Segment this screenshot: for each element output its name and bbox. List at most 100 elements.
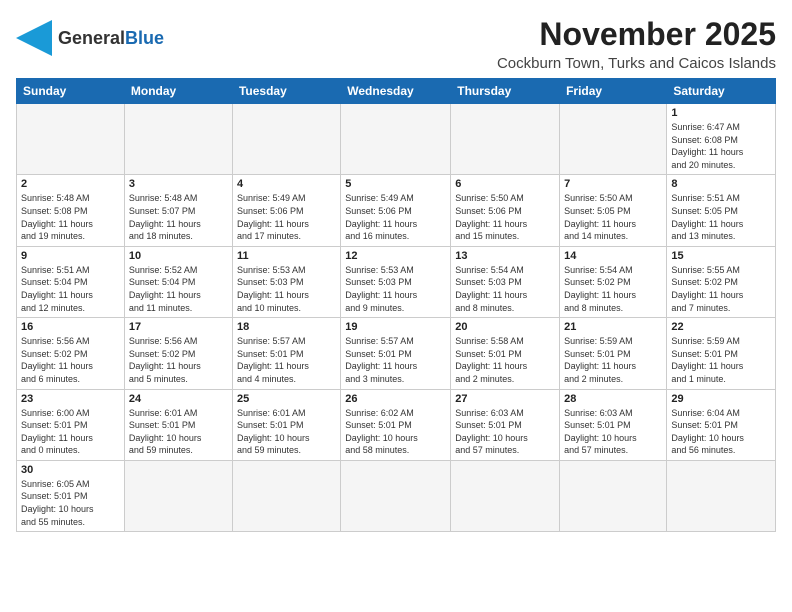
calendar-cell — [341, 104, 451, 175]
calendar-cell: 21 Sunrise: 5:59 AM Sunset: 5:01 PM Dayli… — [560, 318, 667, 389]
calendar-week-row: 30 Sunrise: 6:05 AM Sunset: 5:01 PM Dayli… — [17, 460, 776, 531]
calendar-cell: 29Sunrise: 6:04 AM Sunset: 5:01 PM Dayli… — [667, 389, 776, 460]
calendar-cell: 5 Sunrise: 5:49 AM Sunset: 5:06 PM Daylig… — [341, 175, 451, 246]
day-number: 21 — [564, 321, 662, 333]
day-info: Sunrise: 5:53 AM Sunset: 5:03 PM Dayligh… — [345, 264, 446, 314]
calendar-cell — [124, 104, 232, 175]
calendar-cell: 30 Sunrise: 6:05 AM Sunset: 5:01 PM Dayli… — [17, 460, 125, 531]
calendar-cell — [124, 460, 232, 531]
calendar-cell: 26 Sunrise: 6:02 AM Sunset: 5:01 PM Dayli… — [341, 389, 451, 460]
calendar-week-row: 1Sunrise: 6:47 AM Sunset: 6:08 PM Daylig… — [17, 104, 776, 175]
weekday-header-wednesday: Wednesday — [341, 79, 451, 104]
logo: GeneralBlue — [16, 16, 164, 56]
calendar-cell: 20 Sunrise: 5:58 AM Sunset: 5:01 PM Dayli… — [451, 318, 560, 389]
calendar-cell — [560, 104, 667, 175]
calendar-cell — [341, 460, 451, 531]
calendar-cell: 25 Sunrise: 6:01 AM Sunset: 5:01 PM Dayli… — [232, 389, 340, 460]
day-info: Sunrise: 6:04 AM Sunset: 5:01 PM Dayligh… — [671, 407, 771, 457]
day-info: Sunrise: 5:55 AM Sunset: 5:02 PM Dayligh… — [671, 264, 771, 314]
day-info: Sunrise: 5:51 AM Sunset: 5:04 PM Dayligh… — [21, 264, 120, 314]
day-info: Sunrise: 6:03 AM Sunset: 5:01 PM Dayligh… — [455, 407, 555, 457]
day-info: Sunrise: 6:00 AM Sunset: 5:01 PM Dayligh… — [21, 407, 120, 457]
day-info: Sunrise: 5:56 AM Sunset: 5:02 PM Dayligh… — [21, 335, 120, 385]
day-info: Sunrise: 5:49 AM Sunset: 5:06 PM Dayligh… — [237, 192, 336, 242]
day-number: 28 — [564, 393, 662, 405]
calendar-cell: 8Sunrise: 5:51 AM Sunset: 5:05 PM Daylig… — [667, 175, 776, 246]
location-subtitle: Cockburn Town, Turks and Caicos Islands — [497, 55, 776, 72]
calendar-cell: 3Sunrise: 5:48 AM Sunset: 5:07 PM Daylig… — [124, 175, 232, 246]
day-number: 25 — [237, 393, 336, 405]
day-info: Sunrise: 6:47 AM Sunset: 6:08 PM Dayligh… — [671, 121, 771, 171]
page-header: GeneralBlue November 2025 Cockburn Town,… — [16, 16, 776, 72]
day-info: Sunrise: 6:03 AM Sunset: 5:01 PM Dayligh… — [564, 407, 662, 457]
calendar-week-row: 16 Sunrise: 5:56 AM Sunset: 5:02 PM Dayli… — [17, 318, 776, 389]
calendar-cell — [451, 460, 560, 531]
day-info: Sunrise: 6:01 AM Sunset: 5:01 PM Dayligh… — [237, 407, 336, 457]
day-number: 5 — [345, 178, 446, 190]
calendar-cell: 23 Sunrise: 6:00 AM Sunset: 5:01 PM Dayli… — [17, 389, 125, 460]
calendar-week-row: 2 Sunrise: 5:48 AM Sunset: 5:08 PM Daylig… — [17, 175, 776, 246]
day-info: Sunrise: 5:54 AM Sunset: 5:03 PM Dayligh… — [455, 264, 555, 314]
day-info: Sunrise: 5:52 AM Sunset: 5:04 PM Dayligh… — [129, 264, 228, 314]
day-number: 10 — [129, 250, 228, 262]
weekday-header-thursday: Thursday — [451, 79, 560, 104]
calendar-cell — [17, 104, 125, 175]
day-info: Sunrise: 5:56 AM Sunset: 5:02 PM Dayligh… — [129, 335, 228, 385]
calendar-cell — [667, 460, 776, 531]
calendar-cell: 18 Sunrise: 5:57 AM Sunset: 5:01 PM Dayli… — [232, 318, 340, 389]
day-number: 16 — [21, 321, 120, 333]
day-info: Sunrise: 5:57 AM Sunset: 5:01 PM Dayligh… — [345, 335, 446, 385]
calendar-cell: 4Sunrise: 5:49 AM Sunset: 5:06 PM Daylig… — [232, 175, 340, 246]
day-info: Sunrise: 6:02 AM Sunset: 5:01 PM Dayligh… — [345, 407, 446, 457]
day-info: Sunrise: 5:59 AM Sunset: 5:01 PM Dayligh… — [564, 335, 662, 385]
day-info: Sunrise: 5:50 AM Sunset: 5:06 PM Dayligh… — [455, 192, 555, 242]
calendar-cell: 17 Sunrise: 5:56 AM Sunset: 5:02 PM Dayli… — [124, 318, 232, 389]
calendar-week-row: 23 Sunrise: 6:00 AM Sunset: 5:01 PM Dayli… — [17, 389, 776, 460]
day-number: 7 — [564, 178, 662, 190]
day-info: Sunrise: 5:49 AM Sunset: 5:06 PM Dayligh… — [345, 192, 446, 242]
weekday-header-monday: Monday — [124, 79, 232, 104]
day-number: 20 — [455, 321, 555, 333]
day-number: 19 — [345, 321, 446, 333]
day-number: 9 — [21, 250, 120, 262]
day-info: Sunrise: 5:48 AM Sunset: 5:08 PM Dayligh… — [21, 192, 120, 242]
day-number: 15 — [671, 250, 771, 262]
day-number: 24 — [129, 393, 228, 405]
calendar-cell — [232, 104, 340, 175]
calendar-cell: 10 Sunrise: 5:52 AM Sunset: 5:04 PM Dayli… — [124, 246, 232, 317]
day-number: 26 — [345, 393, 446, 405]
calendar-cell: 14Sunrise: 5:54 AM Sunset: 5:02 PM Dayli… — [560, 246, 667, 317]
calendar-cell: 9 Sunrise: 5:51 AM Sunset: 5:04 PM Daylig… — [17, 246, 125, 317]
day-number: 12 — [345, 250, 446, 262]
day-number: 27 — [455, 393, 555, 405]
calendar-cell: 1Sunrise: 6:47 AM Sunset: 6:08 PM Daylig… — [667, 104, 776, 175]
calendar-cell: 2 Sunrise: 5:48 AM Sunset: 5:08 PM Daylig… — [17, 175, 125, 246]
calendar-cell: 27 Sunrise: 6:03 AM Sunset: 5:01 PM Dayli… — [451, 389, 560, 460]
day-info: Sunrise: 5:51 AM Sunset: 5:05 PM Dayligh… — [671, 192, 771, 242]
day-number: 17 — [129, 321, 228, 333]
logo-blue-text: Blue — [125, 28, 164, 48]
day-number: 2 — [21, 178, 120, 190]
calendar-cell: 12 Sunrise: 5:53 AM Sunset: 5:03 PM Dayli… — [341, 246, 451, 317]
day-number: 30 — [21, 464, 120, 476]
day-info: Sunrise: 6:01 AM Sunset: 5:01 PM Dayligh… — [129, 407, 228, 457]
logo-icon — [16, 20, 52, 56]
day-number: 18 — [237, 321, 336, 333]
month-year-title: November 2025 — [497, 16, 776, 53]
weekday-header-sunday: Sunday — [17, 79, 125, 104]
day-info: Sunrise: 5:48 AM Sunset: 5:07 PM Dayligh… — [129, 192, 228, 242]
calendar-cell: 11Sunrise: 5:53 AM Sunset: 5:03 PM Dayli… — [232, 246, 340, 317]
calendar-cell: 15 Sunrise: 5:55 AM Sunset: 5:02 PM Dayli… — [667, 246, 776, 317]
day-info: Sunrise: 6:05 AM Sunset: 5:01 PM Dayligh… — [21, 478, 120, 528]
calendar-cell: 16 Sunrise: 5:56 AM Sunset: 5:02 PM Dayli… — [17, 318, 125, 389]
weekday-header-tuesday: Tuesday — [232, 79, 340, 104]
day-number: 23 — [21, 393, 120, 405]
day-info: Sunrise: 5:58 AM Sunset: 5:01 PM Dayligh… — [455, 335, 555, 385]
day-number: 13 — [455, 250, 555, 262]
day-info: Sunrise: 5:57 AM Sunset: 5:01 PM Dayligh… — [237, 335, 336, 385]
logo-general-text: General — [58, 28, 125, 48]
day-number: 11 — [237, 250, 336, 262]
calendar-cell: 28 Sunrise: 6:03 AM Sunset: 5:01 PM Dayli… — [560, 389, 667, 460]
calendar-cell: 24 Sunrise: 6:01 AM Sunset: 5:01 PM Dayli… — [124, 389, 232, 460]
day-info: Sunrise: 5:59 AM Sunset: 5:01 PM Dayligh… — [671, 335, 771, 385]
